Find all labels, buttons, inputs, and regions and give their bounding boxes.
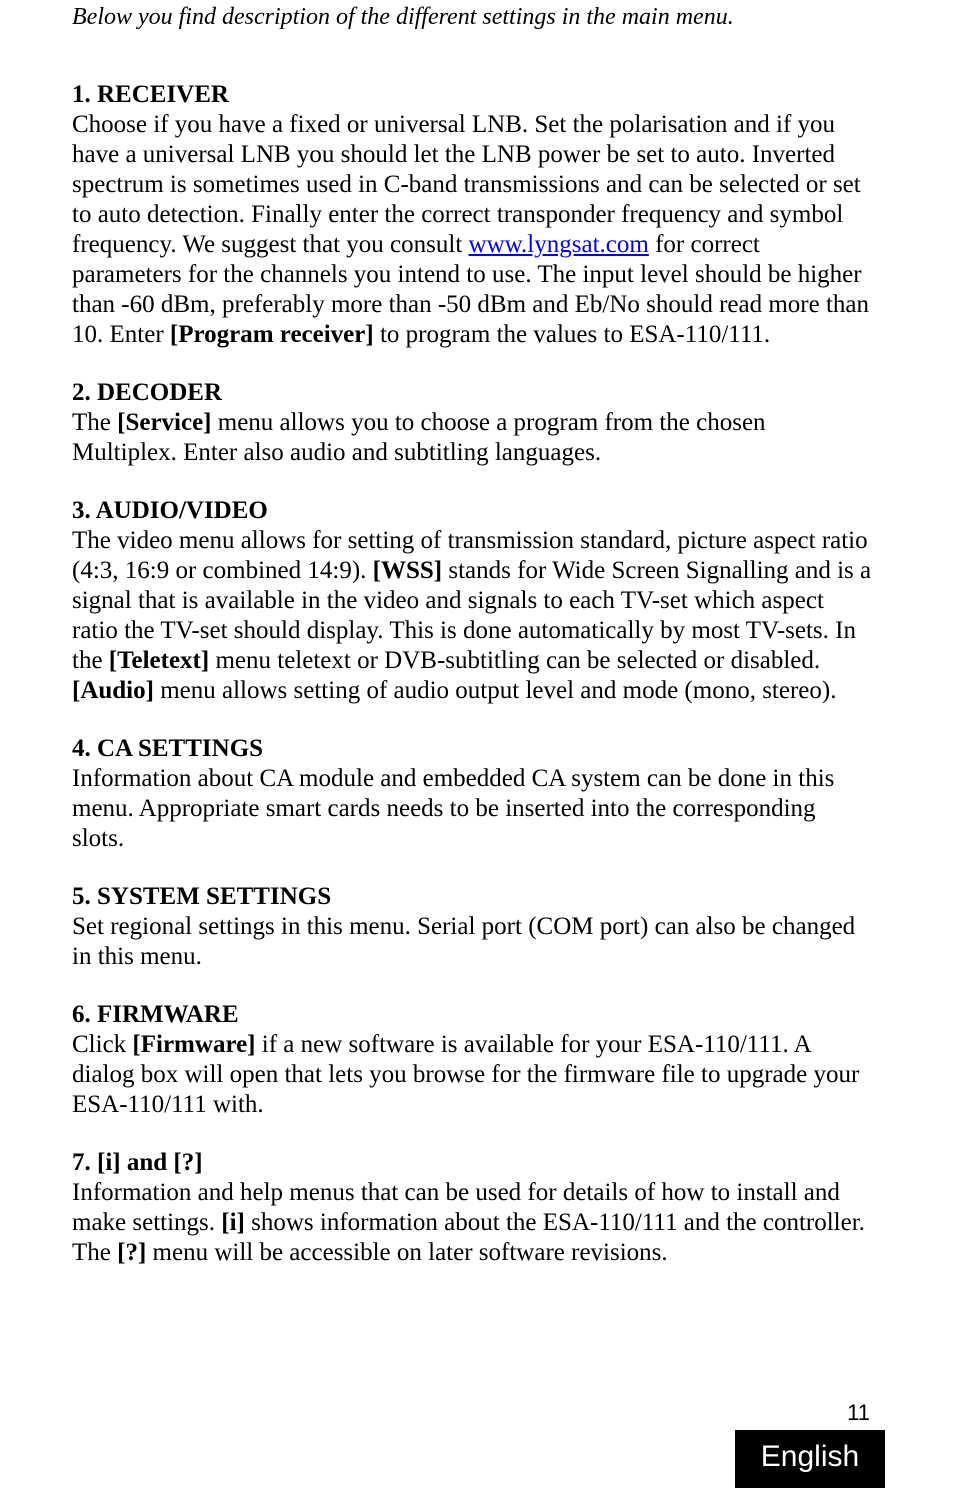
i-label: [i] — [221, 1209, 245, 1236]
body-audiovideo: The video menu allows for setting of tra… — [72, 526, 872, 706]
text: menu allows setting of audio output leve… — [154, 677, 837, 704]
heading-system: 5. SYSTEM SETTINGS — [72, 882, 872, 912]
text: menu teletext or DVB-subtitling can be s… — [209, 647, 820, 674]
section-system: 5. SYSTEM SETTINGS Set regional settings… — [72, 882, 872, 972]
text: Click — [72, 1031, 132, 1058]
heading-audiovideo: 3. AUDIO/VIDEO — [72, 496, 872, 526]
firmware-label: [Firmware] — [132, 1031, 255, 1058]
section-decoder: 2. DECODER The [Service] menu allows you… — [72, 378, 872, 468]
heading-firmware: 6. FIRMWARE — [72, 1000, 872, 1030]
heading-receiver: 1. RECEIVER — [72, 80, 872, 110]
heading-ca: 4. CA SETTINGS — [72, 734, 872, 764]
text: menu will be accessible on later softwar… — [146, 1239, 667, 1266]
audio-label: [Audio] — [72, 677, 154, 704]
question-label: [?] — [117, 1239, 146, 1266]
program-receiver-label: [Program receiver] — [170, 321, 374, 348]
section-receiver: 1. RECEIVER Choose if you have a fixed o… — [72, 80, 872, 350]
section-info-help: 7. [i] and [?] Information and help menu… — [72, 1148, 872, 1268]
body-info-help: Information and help menus that can be u… — [72, 1178, 872, 1268]
text: to program the values to ESA-110/111. — [374, 321, 770, 348]
service-label: [Service] — [117, 409, 211, 436]
wss-label: [WSS] — [373, 557, 442, 584]
body-ca: Information about CA module and embedded… — [72, 764, 872, 854]
teletext-label: [Teletext] — [109, 647, 209, 674]
intro-text: Below you find description of the differ… — [72, 0, 872, 32]
body-system: Set regional settings in this menu. Seri… — [72, 912, 872, 972]
text: The — [72, 409, 117, 436]
section-ca: 4. CA SETTINGS Information about CA modu… — [72, 734, 872, 854]
heading-decoder: 2. DECODER — [72, 378, 872, 408]
heading-info-help: 7. [i] and [?] — [72, 1148, 872, 1178]
body-firmware: Click [Firmware] if a new software is av… — [72, 1030, 872, 1120]
lyngsat-link[interactable]: www.lyngsat.com — [469, 231, 649, 258]
language-tab: English — [735, 1430, 885, 1488]
section-firmware: 6. FIRMWARE Click [Firmware] if a new so… — [72, 1000, 872, 1120]
section-audiovideo: 3. AUDIO/VIDEO The video menu allows for… — [72, 496, 872, 706]
body-receiver: Choose if you have a fixed or universal … — [72, 110, 872, 350]
page-number: 11 — [847, 1400, 870, 1426]
body-decoder: The [Service] menu allows you to choose … — [72, 408, 872, 468]
document-page: Below you find description of the differ… — [0, 0, 960, 1488]
